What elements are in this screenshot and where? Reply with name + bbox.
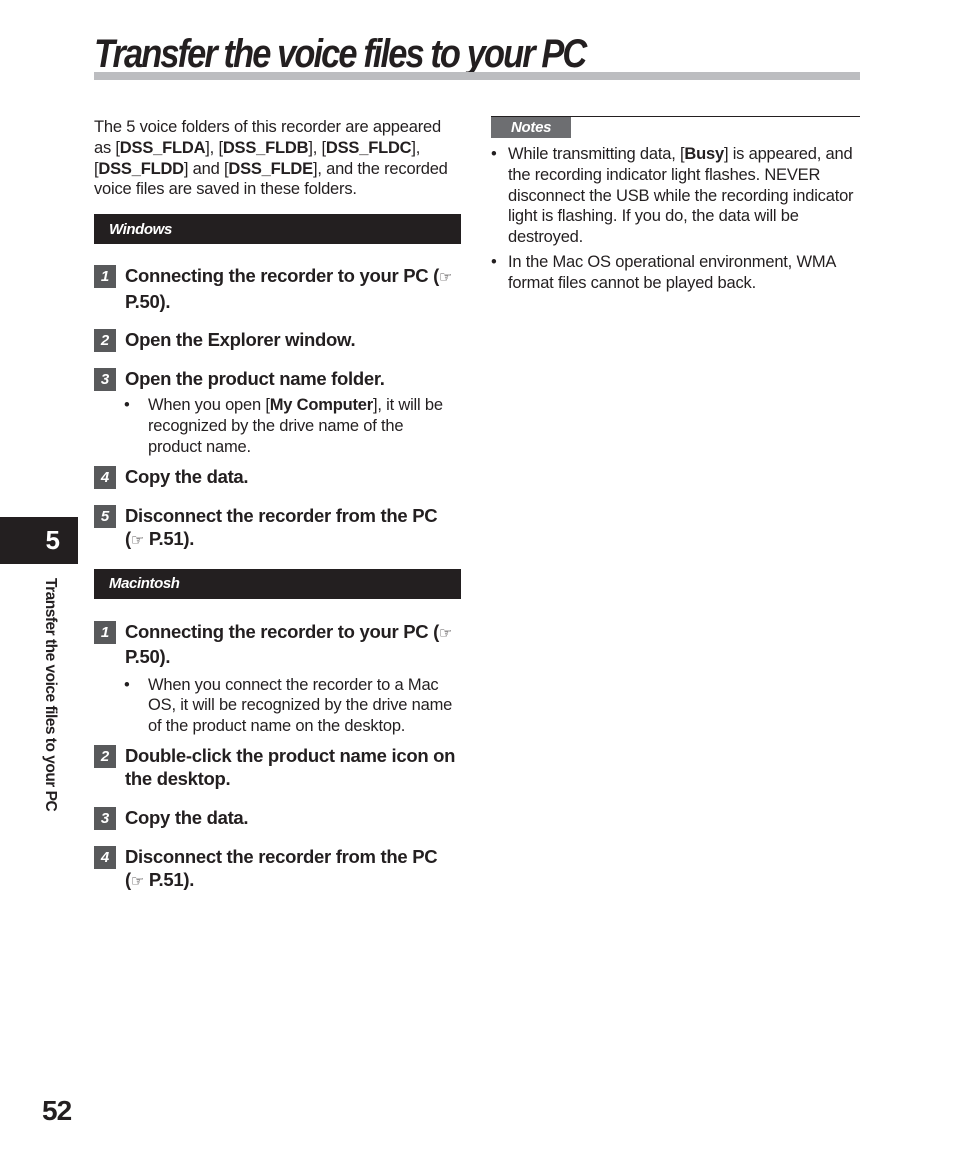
step-number-badge: 4 — [94, 465, 116, 489]
page-reference-icon: ☞ — [439, 624, 453, 642]
step-text: Double-click the product name icon on th… — [125, 744, 456, 790]
chapter-side-label: Transfer the voice files to your PC — [42, 578, 59, 812]
page-reference-link[interactable]: P.50). — [125, 291, 170, 312]
step-text: Open the product name folder. — [125, 368, 385, 390]
left-column: The 5 voice folders of this recorder are… — [94, 117, 461, 894]
step-text: Disconnect the recorder from the PC (☞ P… — [125, 504, 461, 553]
windows-step-5: 5 Disconnect the recorder from the PC (☞… — [94, 504, 461, 553]
windows-section-header: Windows — [94, 214, 461, 245]
page-reference-link[interactable]: P.50). — [125, 646, 170, 667]
notes-column: Notes • While transmitting data, [Busy] … — [491, 116, 860, 294]
intro-text: ], [ — [205, 138, 223, 157]
windows-step-3-bullet: • When you open [My Computer], it will b… — [124, 395, 461, 457]
folder-name: DSS_FLDB — [222, 138, 309, 157]
note-item: • While transmitting data, [Busy] is app… — [491, 144, 860, 248]
title-underline-bar — [94, 72, 860, 80]
step-number-badge: 3 — [94, 806, 116, 830]
step-number-badge: 2 — [94, 329, 116, 353]
mac-step-1-bullet: • When you connect the recorder to a Mac… — [124, 675, 461, 737]
step-number-badge: 1 — [94, 620, 116, 644]
macintosh-section-header: Macintosh — [94, 568, 461, 599]
windows-step-2: 2 Open the Explorer window. — [94, 328, 461, 353]
page-reference-link[interactable]: P.51). — [149, 869, 194, 890]
step-number-badge: 3 — [94, 368, 116, 392]
folder-name: DSS_FLDD — [98, 159, 184, 178]
step-text: Disconnect the recorder from the PC (☞ P… — [125, 845, 461, 894]
step-text: Copy the data. — [125, 465, 249, 487]
folder-name: DSS_FLDA — [119, 138, 206, 157]
folder-name: DSS_FLDC — [325, 138, 412, 157]
note-text: In the Mac OS operational environment, W… — [508, 252, 836, 292]
page-number: 52 — [42, 1095, 72, 1126]
page-title: Transfer the voice files to your PC — [94, 32, 587, 76]
step-text: Connecting the recorder to your PC (☞ P.… — [125, 264, 461, 313]
windows-step-3: 3 Open the product name folder. — [94, 367, 461, 392]
mac-step-4: 4 Disconnect the recorder from the PC (☞… — [94, 845, 461, 894]
step-label: Connecting the recorder to your PC ( — [125, 620, 440, 642]
folder-name: DSS_FLDE — [228, 159, 313, 178]
chapter-number-tab: 5 — [0, 517, 78, 564]
bullet-icon: • — [124, 675, 130, 694]
step-number-badge: 2 — [94, 744, 116, 768]
step-text: Connecting the recorder to your PC (☞ P.… — [125, 620, 461, 669]
mac-step-2: 2 Double-click the product name icon on … — [94, 744, 461, 791]
bullet-icon: • — [124, 396, 130, 415]
intro-paragraph: The 5 voice folders of this recorder are… — [94, 117, 461, 200]
bullet-text-part: When you open [ — [148, 396, 270, 415]
page-reference-link[interactable]: P.51). — [149, 528, 194, 549]
bullet-text: When you connect the recorder to a Mac O… — [148, 675, 453, 736]
note-bold-term: Busy — [684, 145, 724, 163]
step-text: Open the Explorer window. — [125, 329, 356, 351]
windows-step-1: 1 Connecting the recorder to your PC (☞ … — [94, 264, 461, 313]
step-text: Copy the data. — [125, 806, 249, 828]
intro-text: ] and [ — [183, 159, 229, 178]
page-reference-icon: ☞ — [130, 532, 145, 550]
note-item: • In the Mac OS operational environment,… — [491, 252, 860, 294]
mac-step-3: 3 Copy the data. — [94, 806, 461, 830]
step-number-badge: 1 — [94, 265, 116, 289]
bullet-icon: • — [491, 145, 497, 163]
page-reference-icon: ☞ — [439, 269, 453, 287]
intro-text: ], [ — [308, 138, 326, 157]
notes-header: Notes — [491, 117, 572, 138]
note-text: While transmitting data, [Busy] is appea… — [508, 144, 860, 248]
page-reference-icon: ☞ — [130, 873, 145, 891]
step-label: Connecting the recorder to your PC ( — [125, 265, 440, 287]
bullet-bold-term: My Computer — [269, 396, 373, 415]
mac-step-1: 1 Connecting the recorder to your PC (☞ … — [94, 620, 461, 669]
step-number-badge: 5 — [94, 504, 116, 528]
step-number-badge: 4 — [94, 845, 116, 869]
bullet-icon: • — [491, 252, 497, 271]
bullet-text: When you open [My Computer], it will be … — [148, 395, 461, 457]
windows-step-4: 4 Copy the data. — [94, 465, 461, 489]
note-text-part: While transmitting data, [ — [508, 145, 685, 163]
